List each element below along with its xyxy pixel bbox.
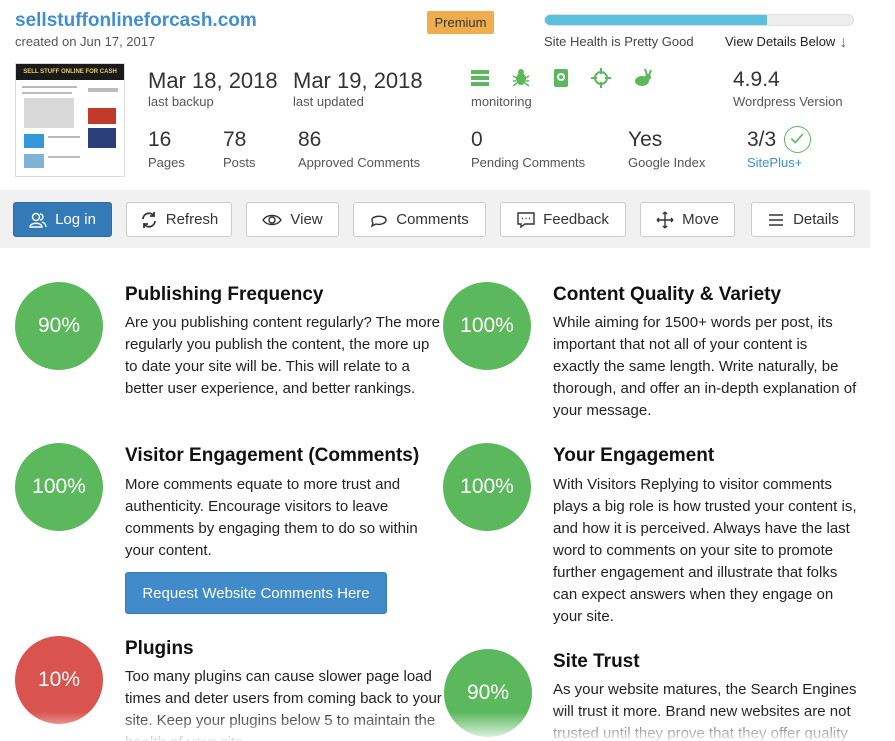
site-health-text: Site Health is Pretty Good: [544, 34, 694, 49]
visitor-score: 100%: [15, 443, 103, 531]
last-backup-value: Mar 18, 2018: [148, 68, 278, 93]
your-engagement-desc: With Visitors Replying to visitor commen…: [553, 476, 857, 625]
backup-icon[interactable]: [551, 68, 571, 88]
check-circle-icon: [784, 126, 811, 153]
pages-value: 16: [148, 128, 172, 151]
request-comments-button[interactable]: Request Website Comments Here: [125, 572, 387, 614]
move-label: Move: [682, 211, 719, 228]
pending-comments-label: Pending Comments: [471, 155, 586, 170]
siteplus-link[interactable]: SitePlus+: [747, 155, 802, 170]
site-health-bar: [544, 14, 854, 26]
wp-version-label: Wordpress Version: [733, 94, 843, 109]
refresh-label: Refresh: [165, 211, 219, 228]
visitor-desc: More comments equate to more trust and a…: [125, 476, 418, 559]
comments-button[interactable]: Comments: [353, 202, 486, 237]
quality-score: 100%: [443, 282, 531, 370]
view-details-label: View Details Below: [725, 34, 836, 49]
approved-comments-label: Approved Comments: [298, 155, 421, 170]
premium-badge: Premium: [427, 11, 494, 34]
posts-value: 78: [223, 128, 247, 151]
site-thumbnail[interactable]: SELL STUFF ONLINE FOR CASH: [15, 63, 125, 177]
details-label: Details: [793, 211, 839, 228]
quality-title: Content Quality & Variety: [553, 284, 782, 305]
move-button[interactable]: Move: [640, 202, 735, 237]
plugins-title: Plugins: [125, 638, 194, 659]
publishing-desc: Are you publishing content regularly? Th…: [125, 314, 440, 397]
refresh-button[interactable]: Refresh: [126, 202, 232, 237]
refresh-icon: [141, 211, 156, 228]
publishing-score: 90%: [15, 282, 103, 370]
site-url-link[interactable]: sellstuffonlineforcash.com: [15, 10, 257, 32]
pending-comments-value: 0: [471, 128, 483, 151]
crosshair-icon[interactable]: [591, 68, 611, 88]
site-header: sellstuffonlineforcash.com created on Ju…: [0, 0, 895, 190]
plugins-score: 10%: [15, 636, 103, 724]
login-label: Log in: [55, 211, 96, 228]
feedback-icon: [517, 211, 535, 228]
view-label: View: [290, 211, 323, 228]
rabbit-icon[interactable]: [633, 68, 653, 88]
feedback-button[interactable]: Feedback: [500, 202, 626, 237]
google-index-label: Google Index: [628, 155, 706, 170]
publishing-title: Publishing Frequency: [125, 284, 324, 305]
view-button[interactable]: View: [246, 202, 339, 237]
details-button[interactable]: Details: [751, 202, 855, 237]
approved-comments-value: 86: [298, 128, 322, 151]
server-icon[interactable]: [470, 68, 490, 88]
arrow-down-icon: ↓: [839, 34, 848, 51]
google-index-value: Yes: [628, 128, 663, 151]
move-icon: [656, 211, 674, 228]
feedback-label: Feedback: [543, 211, 609, 228]
visitor-title: Visitor Engagement (Comments): [125, 445, 420, 466]
comment-icon: [371, 215, 387, 227]
posts-label: Posts: [223, 155, 256, 170]
bottom-fade: [0, 712, 895, 741]
comments-label: Comments: [396, 211, 469, 228]
thumbnail-banner: SELL STUFF ONLINE FOR CASH: [16, 64, 124, 80]
created-date: created on Jun 17, 2017: [15, 34, 156, 49]
pages-label: Pages: [148, 155, 185, 170]
site-health-fill: [545, 15, 767, 25]
login-button[interactable]: Log in: [13, 202, 112, 237]
last-backup-label: last backup: [148, 94, 214, 109]
wp-version-value: 4.9.4: [733, 68, 780, 91]
quality-desc: While aiming for 1500+ words per post, i…: [553, 314, 857, 419]
last-updated-value: Mar 19, 2018: [293, 68, 423, 93]
eye-icon: [262, 214, 283, 225]
your-engagement-score: 100%: [443, 443, 531, 531]
monitoring-label: monitoring: [471, 94, 532, 109]
view-details-link[interactable]: View Details Below ↓: [725, 34, 847, 52]
users-icon: [29, 212, 47, 228]
bug-icon[interactable]: [511, 68, 531, 88]
your-engagement-title: Your Engagement: [553, 445, 715, 466]
menu-icon: [769, 213, 784, 226]
siteplus-value: 3/3: [747, 128, 777, 151]
last-updated-label: last updated: [293, 94, 364, 109]
trust-title: Site Trust: [553, 651, 640, 672]
